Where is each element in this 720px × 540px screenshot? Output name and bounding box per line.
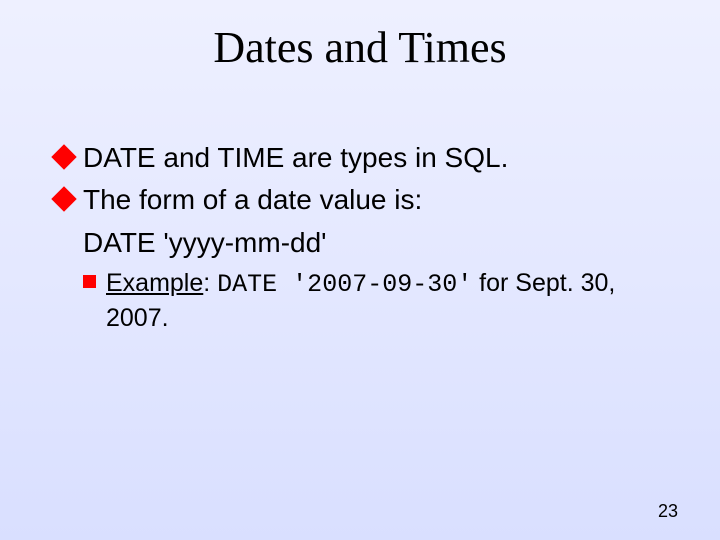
- example-label: Example: [106, 269, 203, 297]
- bullet-2: The form of a date value is:: [55, 182, 665, 218]
- bullet-1: DATE and TIME are types in SQL.: [55, 140, 665, 176]
- bullet-1-text: DATE and TIME are types in SQL.: [83, 140, 508, 176]
- square-icon: [83, 275, 96, 288]
- example-line: Example: DATE '2007-09-30' for Sept. 30,…: [83, 267, 665, 334]
- example-sep: :: [203, 269, 217, 297]
- slide-body: DATE and TIME are types in SQL. The form…: [55, 140, 665, 334]
- example-code: DATE '2007-09-30': [217, 270, 472, 299]
- diamond-icon: [51, 144, 76, 169]
- bullet-2-text: The form of a date value is:: [83, 182, 422, 218]
- example-text: Example: DATE '2007-09-30' for Sept. 30,…: [106, 267, 665, 334]
- page-number: 23: [658, 501, 678, 522]
- slide: Dates and Times DATE and TIME are types …: [0, 0, 720, 540]
- bullet-2-subline: DATE 'yyyy-mm-dd': [83, 225, 665, 261]
- slide-title: Dates and Times: [0, 22, 720, 73]
- diamond-icon: [51, 187, 76, 212]
